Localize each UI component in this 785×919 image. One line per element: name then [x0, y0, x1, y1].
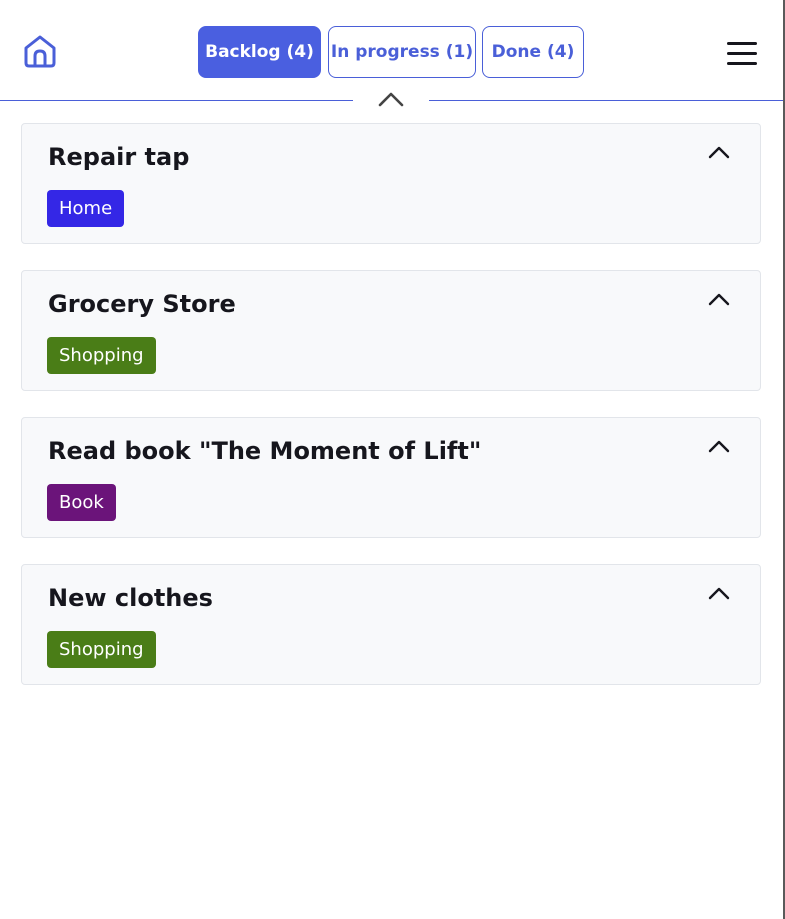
task-card[interactable]: New clothes Shopping [21, 564, 761, 685]
chevron-up-icon [708, 146, 730, 159]
card-collapse-button[interactable] [706, 583, 732, 603]
card-collapse-button[interactable] [706, 436, 732, 456]
tab-in-progress[interactable]: In progress (1) [328, 26, 476, 78]
tag-home: Home [47, 190, 125, 227]
home-icon [24, 35, 56, 68]
task-title: Grocery Store [48, 290, 236, 318]
tab-backlog[interactable]: Backlog (4) [198, 26, 321, 78]
card-collapse-button[interactable] [706, 289, 732, 309]
hamburger-menu-icon [727, 42, 757, 65]
tag-book: Book [47, 484, 116, 521]
tab-done[interactable]: Done (4) [482, 26, 584, 78]
chevron-up-icon [378, 92, 404, 107]
chevron-up-icon [708, 293, 730, 306]
tag-shopping: Shopping [47, 631, 156, 668]
task-card[interactable]: Grocery Store Shopping [21, 270, 761, 391]
collapse-header-button[interactable] [353, 86, 429, 112]
tag-shopping: Shopping [47, 337, 156, 374]
page: Backlog (4) In progress (1) Done (4) Rep… [0, 0, 785, 919]
menu-button[interactable] [726, 40, 758, 68]
chevron-up-icon [708, 587, 730, 600]
task-title: Repair tap [48, 143, 190, 171]
task-title: Read book "The Moment of Lift" [48, 437, 482, 465]
chevron-up-icon [708, 440, 730, 453]
card-collapse-button[interactable] [706, 142, 732, 162]
task-card[interactable]: Read book "The Moment of Lift" Book [21, 417, 761, 538]
task-card[interactable]: Repair tap Home [21, 123, 761, 244]
task-title: New clothes [48, 584, 213, 612]
home-button[interactable] [22, 33, 58, 69]
